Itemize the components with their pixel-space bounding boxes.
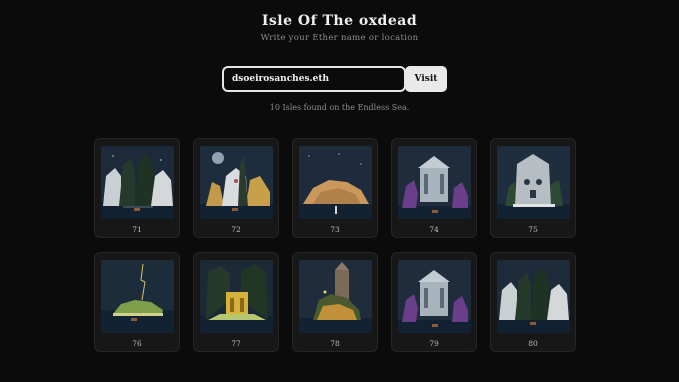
isle-thumbnail	[299, 146, 372, 219]
isle-thumbnail	[101, 146, 174, 219]
isle-card[interactable]: 73	[292, 138, 378, 238]
page-subtitle: Write your Ether name or location	[260, 33, 419, 43]
isle-thumbnail	[101, 260, 174, 333]
results-status: 10 Isles found on the Endless Sea.	[269, 103, 410, 112]
isle-card[interactable]: 71	[94, 138, 180, 238]
isle-card[interactable]: 75	[490, 138, 576, 238]
isle-label: 80	[528, 339, 538, 348]
isle-card[interactable]: 80	[490, 252, 576, 352]
isle-label: 74	[429, 225, 439, 234]
isle-thumbnail	[200, 260, 273, 333]
isle-thumbnail	[200, 146, 273, 219]
visit-button[interactable]: Visit	[405, 66, 447, 92]
isle-label: 76	[132, 339, 142, 348]
isle-thumbnail	[497, 146, 570, 219]
isle-thumbnail	[398, 146, 471, 219]
isle-card[interactable]: 79	[391, 252, 477, 352]
isle-label: 72	[231, 225, 241, 234]
isle-label: 78	[330, 339, 340, 348]
isle-card[interactable]: 74	[391, 138, 477, 238]
isle-label: 73	[330, 225, 340, 234]
isle-card[interactable]: 77	[193, 252, 279, 352]
search-input[interactable]	[222, 66, 406, 92]
isle-label: 77	[231, 339, 241, 348]
isle-thumbnail	[299, 260, 372, 333]
page-title: Isle Of The oxdead	[261, 13, 418, 29]
isle-card[interactable]: 78	[292, 252, 378, 352]
isle-label: 79	[429, 339, 439, 348]
isle-label: 71	[132, 225, 142, 234]
isle-thumbnail	[497, 260, 570, 333]
isle-thumbnail	[398, 260, 471, 333]
isle-label: 75	[528, 225, 538, 234]
isle-card[interactable]: 72	[193, 138, 279, 238]
isle-card[interactable]: 76	[94, 252, 180, 352]
